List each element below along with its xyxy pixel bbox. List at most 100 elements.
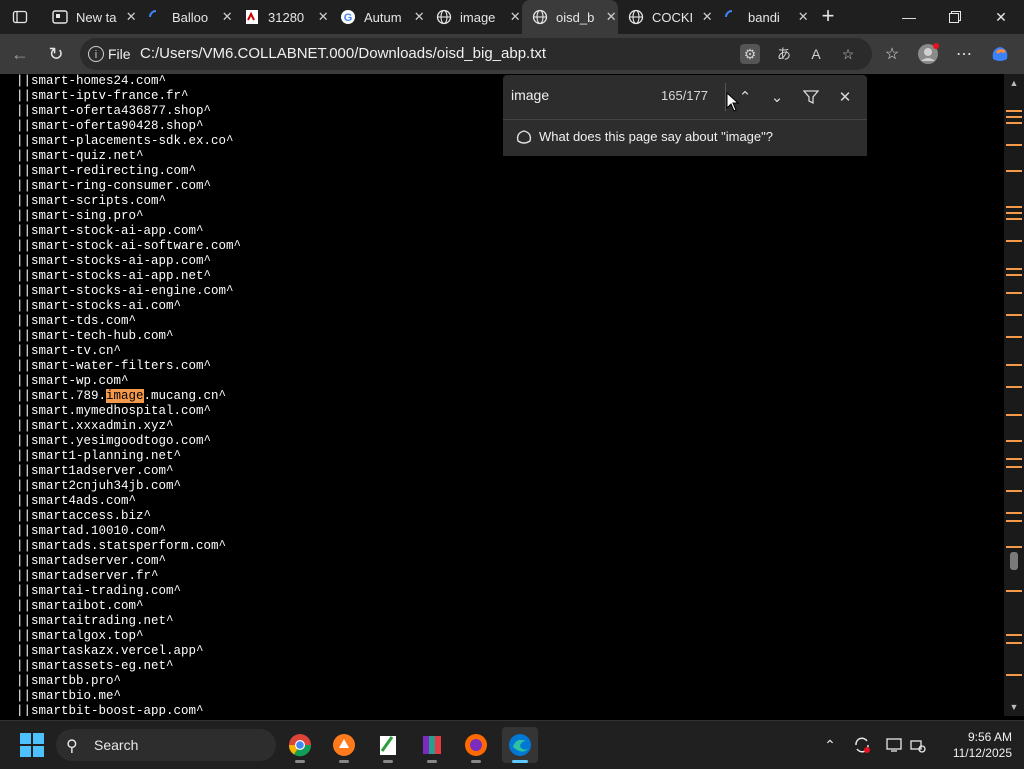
find-bar: image 165/177 ⌃ ⌄ ✕ [503, 75, 867, 119]
firefox-app-icon[interactable] [458, 727, 494, 763]
loading-spinner-icon [724, 9, 740, 25]
match-marker [1006, 268, 1022, 270]
refresh-button[interactable]: ↻ [42, 40, 70, 68]
favorites-icon[interactable]: ☆ [878, 40, 906, 68]
document-line: ||smart-redirecting.com^ [16, 164, 197, 178]
close-icon[interactable]: ✕ [509, 9, 523, 25]
close-icon[interactable]: ✕ [605, 9, 619, 25]
match-marker [1006, 274, 1022, 276]
match-marker [1006, 144, 1022, 146]
match-marker [1006, 218, 1022, 220]
address-bar[interactable]: i File C:/Users/VM6.COLLABNET.000/Downlo… [80, 38, 872, 70]
read-aloud-icon[interactable]: A [806, 44, 826, 64]
sync-status-icon[interactable] [850, 733, 874, 757]
tab-oisd-b[interactable]: oisd_b ✕ [522, 0, 618, 34]
close-icon[interactable]: ✕ [797, 9, 811, 25]
globe-icon [628, 9, 644, 25]
document-line: ||smart-placements-sdk.ex.co^ [16, 134, 234, 148]
new-tab-icon [52, 9, 68, 25]
scroll-up-arrow-icon[interactable]: ▲ [1008, 78, 1020, 88]
close-find-button[interactable]: ✕ [833, 85, 857, 109]
document-line: ||smart-oferta436877.shop^ [16, 104, 212, 118]
tab-strip: New ta ✕ Balloo ✕ 31280 ✕ G Autum ✕ imag… [0, 0, 1024, 34]
tab-31280[interactable]: 31280 ✕ [234, 0, 330, 34]
find-match-count: 165/177 [661, 88, 708, 103]
tab-title: bandi [748, 9, 780, 25]
more-options-icon[interactable]: ⋯ [950, 40, 978, 68]
edge-app-icon[interactable] [502, 727, 538, 763]
restore-button[interactable] [932, 0, 978, 34]
tab-new-tab[interactable]: New ta ✕ [42, 0, 138, 34]
tab-balloo[interactable]: Balloo ✕ [138, 0, 234, 34]
tab-autum[interactable]: G Autum ✕ [330, 0, 426, 34]
document-line: ||smart-stocks-ai-app.com^ [16, 254, 212, 268]
document-line: ||smart.yesimgoodtogo.com^ [16, 434, 212, 448]
match-marker [1006, 240, 1022, 242]
close-icon[interactable]: ✕ [413, 9, 427, 25]
info-icon[interactable]: i [88, 46, 104, 62]
match-marker [1006, 440, 1022, 442]
show-hidden-icons-chevron-icon[interactable]: ⌃ [818, 733, 842, 757]
document-line: ||smart-iptv-france.fr^ [16, 89, 189, 103]
match-marker [1006, 642, 1022, 644]
scrollbar-thumb[interactable] [1010, 552, 1018, 570]
find-input[interactable]: image [511, 87, 549, 103]
address-url[interactable]: C:/Users/VM6.COLLABNET.000/Downloads/ois… [140, 45, 546, 62]
translate-icon[interactable]: あ [774, 44, 794, 64]
display-icon[interactable] [882, 733, 906, 757]
start-button[interactable] [20, 733, 44, 757]
vertical-scrollbar[interactable]: ▲ ▼ [1004, 74, 1024, 716]
tab-image[interactable]: image ✕ [426, 0, 522, 34]
chrome-app-icon[interactable] [282, 727, 318, 763]
clock-time: 9:56 AM [967, 730, 1012, 744]
close-icon[interactable]: ✕ [125, 9, 139, 25]
match-marker [1006, 116, 1022, 118]
tab-bandi[interactable]: bandi ✕ [714, 0, 810, 34]
line-text: .mucang.cn^ [143, 389, 227, 403]
match-marker [1006, 520, 1022, 522]
back-button[interactable]: ← [6, 40, 34, 68]
taskbar-search[interactable]: ⚲ Search [56, 729, 276, 761]
document-line: ||smartaccess.biz^ [16, 509, 152, 523]
close-icon[interactable]: ✕ [701, 9, 715, 25]
match-marker [1006, 458, 1022, 460]
document-lines: ||smart-homes24.com^ ||smart-iptv-france.… [16, 74, 241, 716]
tab-cocki[interactable]: COCKI ✕ [618, 0, 714, 34]
next-match-button[interactable]: ⌄ [765, 85, 789, 109]
vlc-app-icon[interactable] [326, 727, 362, 763]
find-filter-icon[interactable] [799, 85, 823, 109]
loading-spinner-icon [148, 9, 164, 25]
scroll-down-arrow-icon[interactable]: ▼ [1008, 702, 1020, 712]
copilot-find-suggestion[interactable]: What does this page say about "image"? [503, 119, 867, 156]
system-clock[interactable]: 9:56 AM 11/12/2025 [932, 729, 1012, 761]
match-marker [1006, 110, 1022, 112]
network-volume-icon[interactable] [906, 733, 930, 757]
document-line: ||smart-water-filters.com^ [16, 359, 212, 373]
close-icon[interactable]: ✕ [221, 9, 235, 25]
copilot-icon[interactable] [986, 40, 1014, 68]
minimize-button[interactable]: — [886, 0, 932, 34]
close-window-button[interactable]: ✕ [978, 0, 1024, 34]
document-line: ||smartadserver.com^ [16, 554, 167, 568]
find-on-page-icon[interactable]: ⚙ [740, 44, 760, 64]
running-indicator [339, 760, 349, 763]
document-line: ||smart-stocks-ai-engine.com^ [16, 284, 234, 298]
tab-actions-icon[interactable] [8, 5, 32, 29]
document-line: ||smartadserver.fr^ [16, 569, 159, 583]
document-line: ||smartbit-boost-app.com^ [16, 704, 204, 716]
match-marker [1006, 170, 1022, 172]
document-line: ||smart.mymedhospital.com^ [16, 404, 212, 418]
favorite-star-icon[interactable]: ☆ [838, 44, 858, 64]
document-line: ||smart-stocks-ai-app.net^ [16, 269, 212, 283]
clock-date: 11/12/2025 [952, 746, 1012, 760]
notepad-app-icon[interactable] [370, 727, 406, 763]
new-tab-button[interactable]: + [816, 5, 840, 29]
winrar-app-icon[interactable] [414, 727, 450, 763]
close-icon[interactable]: ✕ [317, 9, 331, 25]
document-line: ||smart-wp.com^ [16, 374, 129, 388]
tab-title: oisd_b [556, 9, 595, 25]
document-line: ||smartbio.me^ [16, 689, 122, 703]
document-line: ||smartai-trading.com^ [16, 584, 182, 598]
match-marker [1006, 512, 1022, 514]
profile-avatar-icon[interactable] [914, 40, 942, 68]
